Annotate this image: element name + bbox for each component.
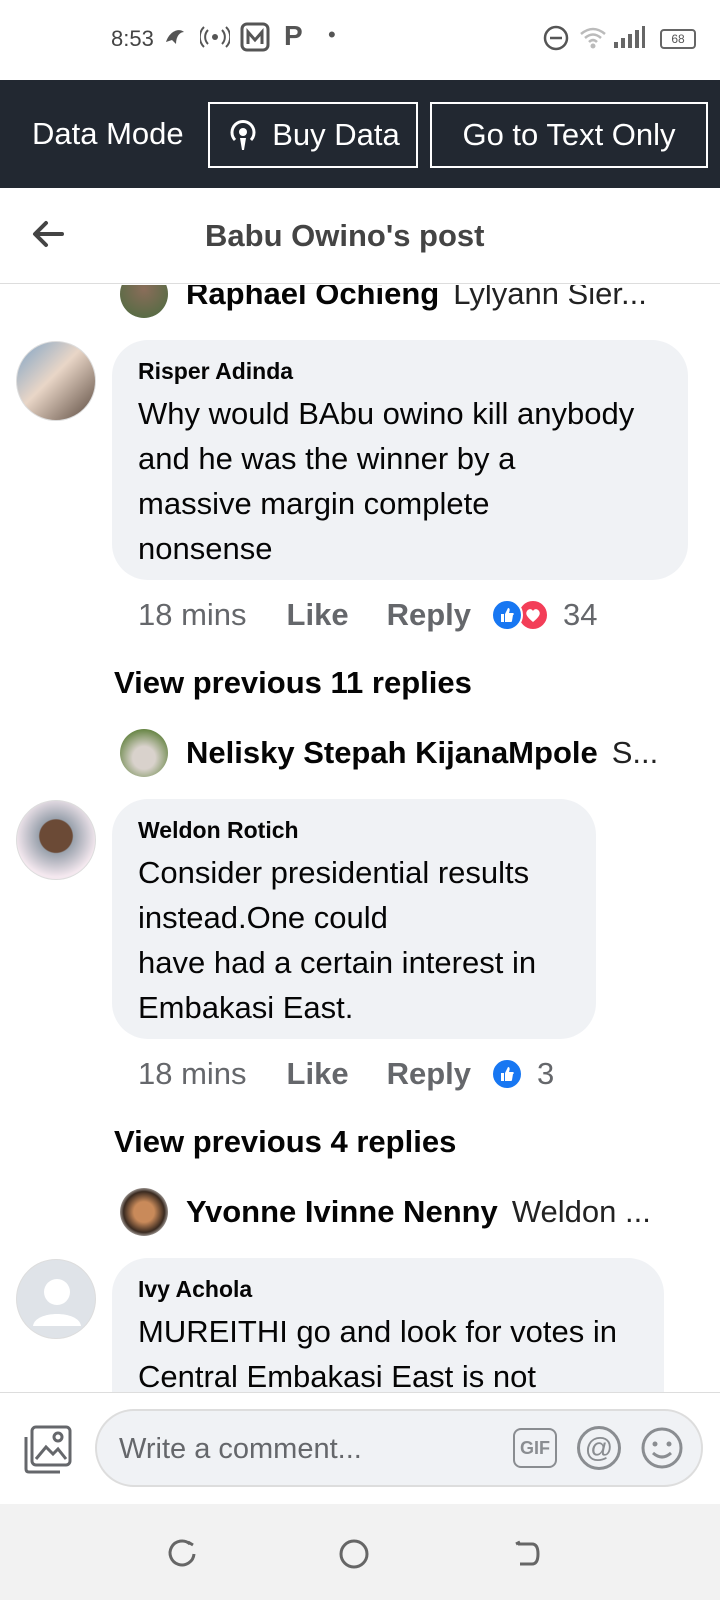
reply-author: Raphael Ochieng	[186, 285, 440, 311]
reactions[interactable]	[491, 1058, 523, 1090]
reply-author: Nelisky Stepah KijanaMpole	[186, 735, 598, 770]
buy-data-button[interactable]: Buy Data	[208, 102, 418, 168]
battery-icon: 68	[660, 29, 696, 49]
text-only-label: Go to Text Only	[462, 117, 676, 152]
view-previous-replies[interactable]: View previous 11 replies	[114, 665, 472, 701]
like-button[interactable]: Like	[287, 1056, 349, 1092]
mention-button[interactable]: @	[577, 1426, 621, 1470]
dot-icon: •	[328, 22, 336, 47]
avatar	[120, 729, 168, 777]
reaction-count: 34	[563, 597, 598, 632]
comment-input[interactable]: Write a comment... GIF @	[95, 1409, 703, 1487]
gallery-app-icon	[240, 22, 270, 58]
comment-bubble: Weldon Rotich Consider presidential resu…	[112, 799, 596, 1039]
reply-preview[interactable]: Raphael Ochieng Lylyann Sier...	[120, 285, 680, 319]
post-header: Babu Owino's post	[0, 188, 720, 284]
default-avatar-icon	[33, 1279, 81, 1326]
reply-preview[interactable]: Nelisky Stepah KijanaMpole S...	[120, 728, 680, 778]
home-icon[interactable]	[338, 1538, 370, 1570]
data-mode-bar: Data Mode Buy Data Go to Text Only	[0, 80, 720, 188]
reply-text: Weldon ...	[511, 1194, 651, 1229]
reaction-count: 3	[537, 1056, 555, 1091]
emoji-icon[interactable]	[640, 1426, 684, 1470]
view-previous-replies[interactable]: View previous 4 replies	[114, 1124, 456, 1160]
gif-button[interactable]: GIF	[513, 1428, 557, 1468]
comment-time: 18 mins	[138, 1056, 247, 1091]
comments-list[interactable]: Raphael Ochieng Lylyann Sier... Risper A…	[0, 285, 720, 1392]
comment-author[interactable]: Weldon Rotich	[138, 817, 570, 844]
comment-text: Consider presidential results instead.On…	[138, 855, 537, 1025]
comment-text: Why would BAbu owino kill anybody and he…	[138, 396, 635, 566]
data-mode-label: Data Mode	[32, 116, 184, 151]
comment-time: 18 mins	[138, 597, 247, 632]
page-title: Babu Owino's post	[205, 218, 485, 253]
status-bar: 8:53 P • 68	[0, 0, 720, 80]
comment-meta: 18 mins Like Reply 3	[138, 1054, 554, 1094]
podcast-icon	[230, 120, 256, 150]
like-icon	[491, 599, 523, 631]
comment-bar: Write a comment... GIF @	[0, 1392, 720, 1504]
hotspot-icon	[198, 24, 232, 56]
back-arrow-icon[interactable]	[28, 214, 68, 254]
reply-button[interactable]: Reply	[387, 1056, 471, 1092]
reply-text: S...	[611, 735, 659, 770]
comment-meta: 18 mins Like Reply 34	[138, 595, 597, 635]
back-icon[interactable]	[510, 1538, 542, 1570]
wifi-icon	[578, 24, 608, 56]
avatar	[120, 285, 168, 318]
avatar[interactable]	[16, 1259, 96, 1339]
reactions[interactable]	[491, 599, 549, 631]
avatar[interactable]	[16, 341, 96, 421]
p-app-icon: P	[284, 20, 303, 51]
signal-icon	[612, 26, 648, 56]
dnd-icon	[542, 24, 570, 58]
like-button[interactable]: Like	[287, 597, 349, 633]
system-nav-bar	[0, 1504, 720, 1600]
comment-author[interactable]: Risper Adinda	[138, 358, 662, 385]
comment-placeholder: Write a comment...	[119, 1433, 362, 1465]
comment-bubble: Risper Adinda Why would BAbu owino kill …	[112, 340, 688, 580]
text-only-button[interactable]: Go to Text Only	[430, 102, 708, 168]
reply-text: Lylyann Sier...	[453, 285, 647, 311]
photo-icon[interactable]	[22, 1423, 74, 1475]
reply-author: Yvonne Ivinne Nenny	[186, 1194, 498, 1229]
bird-app-icon	[162, 24, 188, 56]
comment-text: MUREITHI go and look for votes in Centra…	[138, 1314, 617, 1392]
like-icon	[491, 1058, 523, 1090]
buy-data-label: Buy Data	[272, 117, 400, 152]
reply-button[interactable]: Reply	[387, 597, 471, 633]
reply-preview[interactable]: Yvonne Ivinne Nenny Weldon ...	[120, 1187, 680, 1237]
comment-bubble: Ivy Achola MUREITHI go and look for vote…	[112, 1258, 664, 1392]
recents-icon[interactable]	[166, 1538, 198, 1570]
avatar	[120, 1188, 168, 1236]
status-time: 8:53	[111, 26, 154, 51]
comment-author[interactable]: Ivy Achola	[138, 1276, 638, 1303]
avatar[interactable]	[16, 800, 96, 880]
